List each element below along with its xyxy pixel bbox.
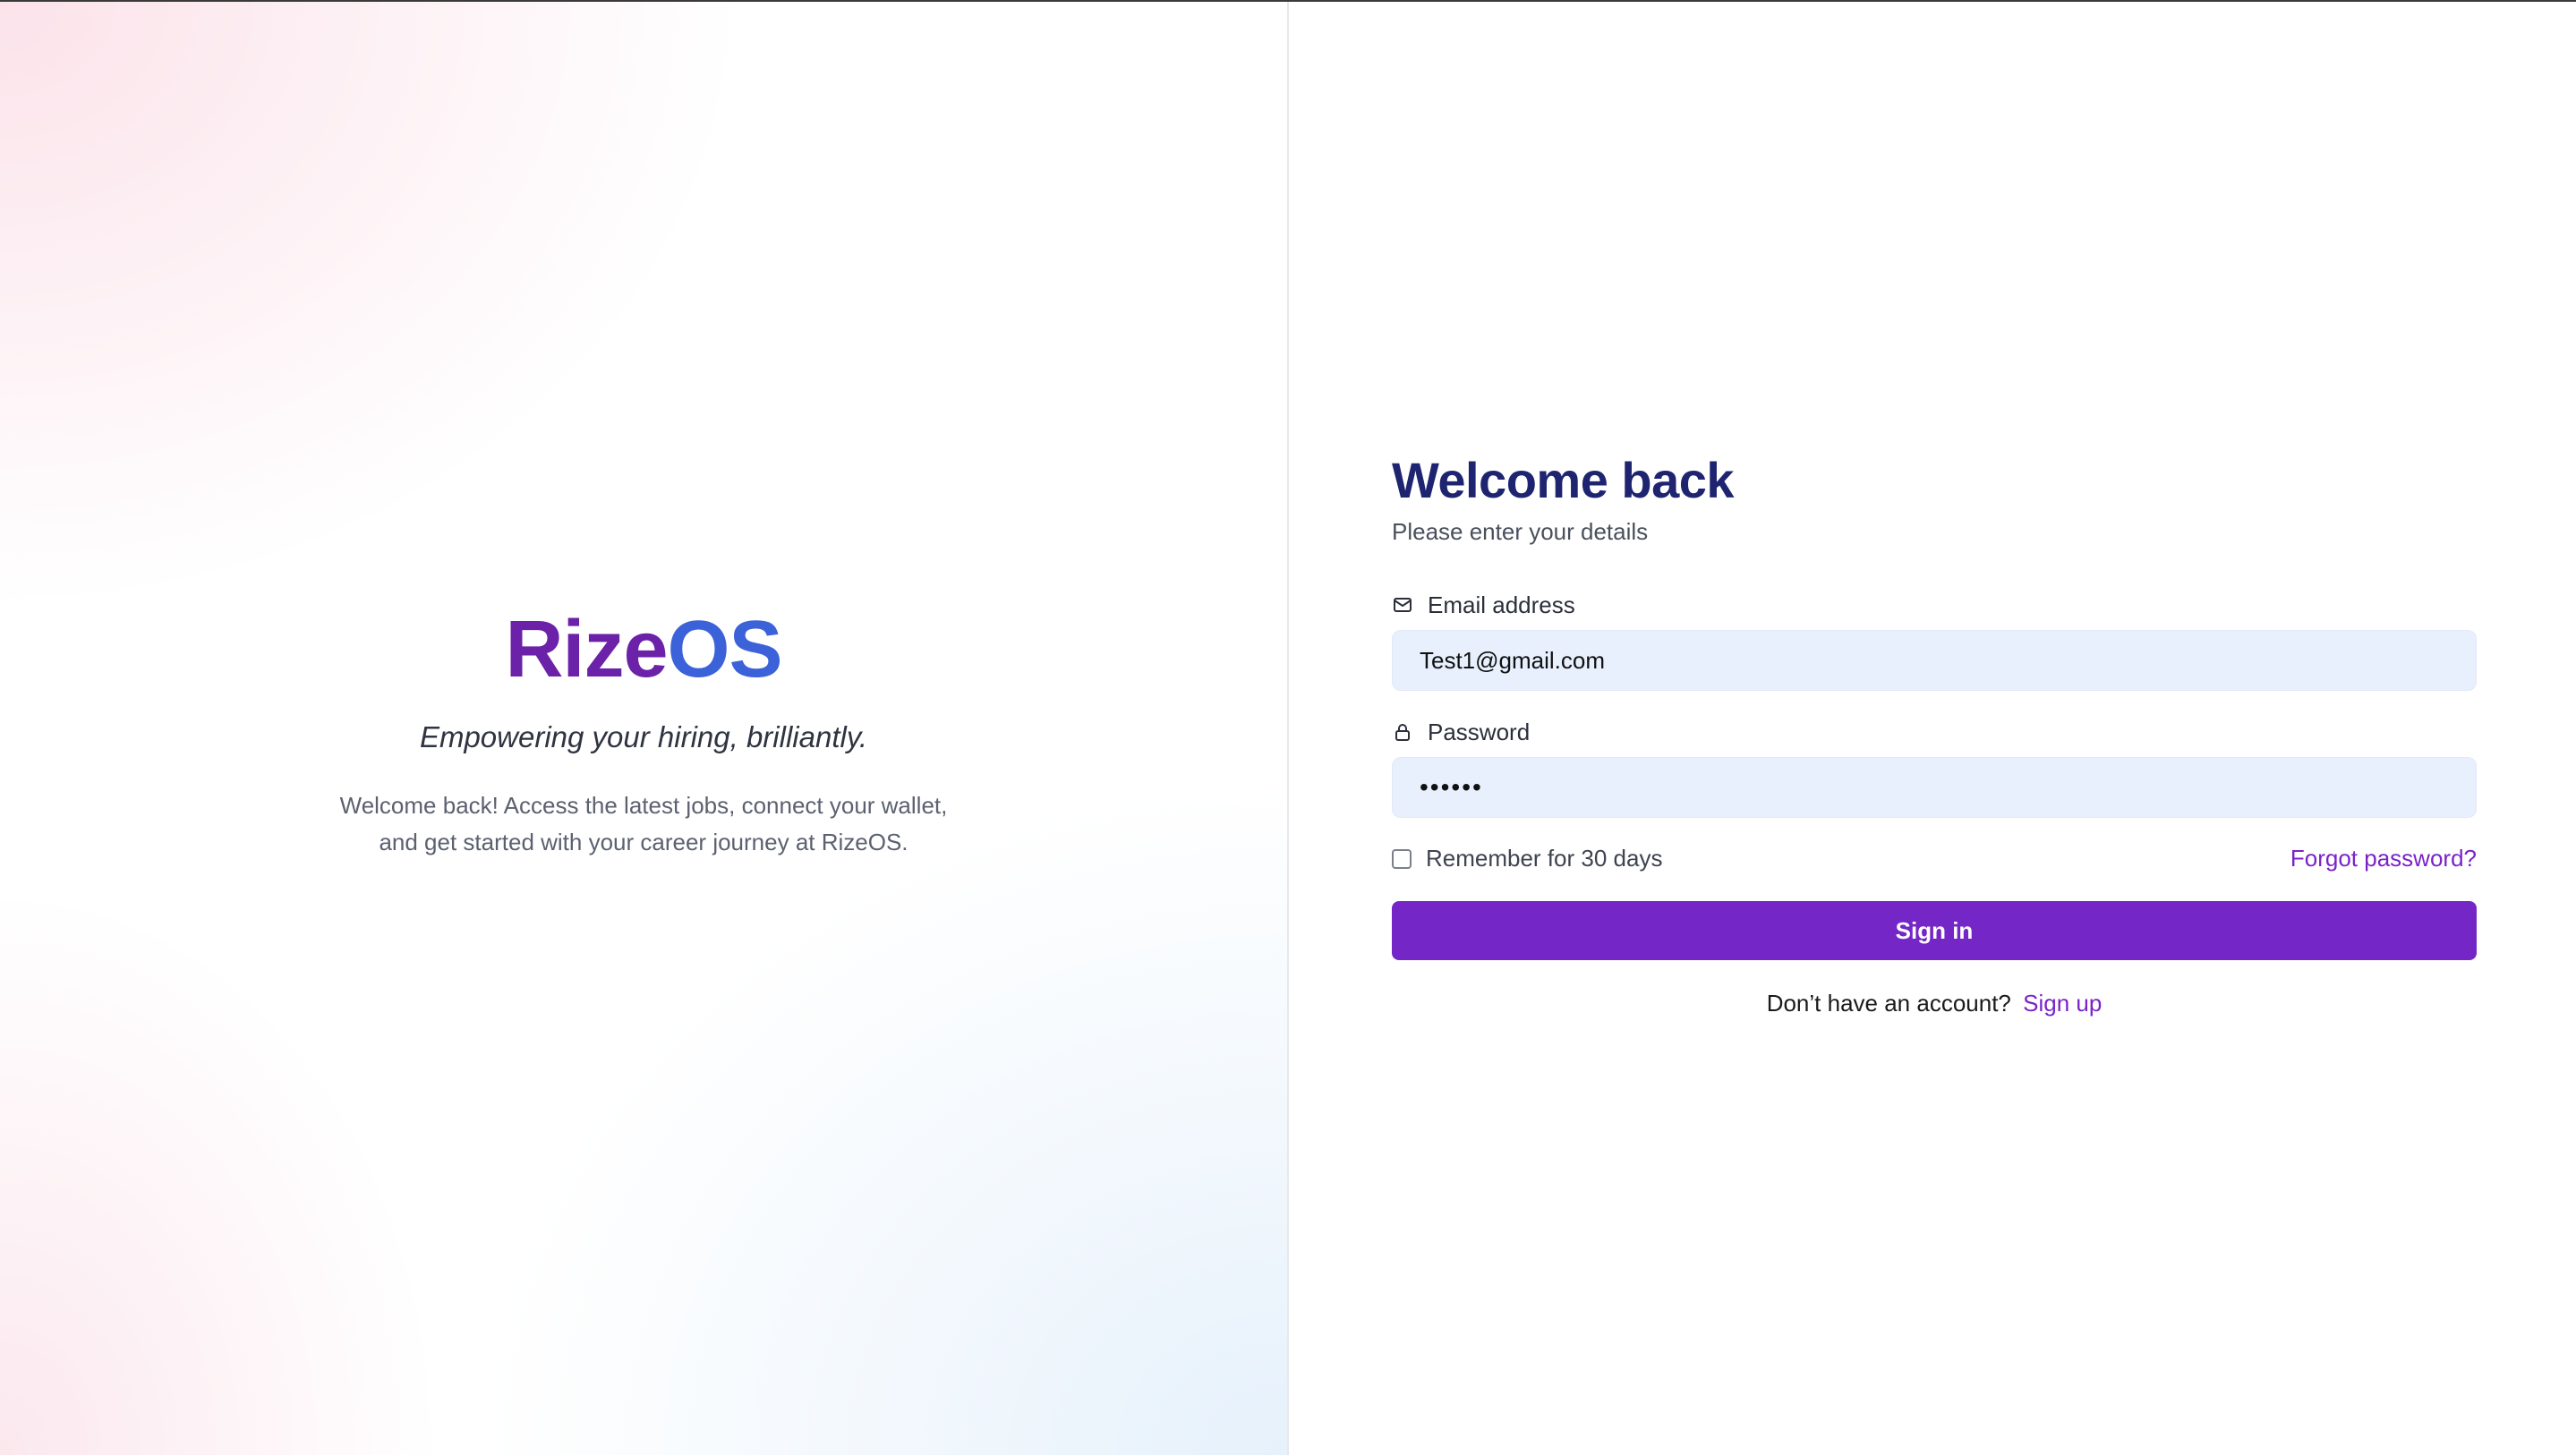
remember-option[interactable]: Remember for 30 days <box>1392 845 1662 872</box>
password-label-text: Password <box>1428 719 1531 745</box>
brand-logo-part2: OS <box>667 605 783 694</box>
form-panel: Welcome back Please enter your details E… <box>1289 2 2576 1455</box>
sign-up-link[interactable]: Sign up <box>2023 990 2102 1017</box>
form-options-row: Remember for 30 days Forgot password? <box>1392 845 2477 872</box>
hero-panel: RizeOS Empowering your hiring, brilliant… <box>0 2 1289 1455</box>
no-account-text: Don’t have an account? <box>1766 990 2011 1017</box>
brand-tagline: Empowering your hiring, brilliantly. <box>419 720 868 753</box>
hero-content: RizeOS Empowering your hiring, brilliant… <box>0 603 1287 861</box>
login-page: RizeOS Empowering your hiring, brilliant… <box>0 0 2576 1455</box>
hero-description-line1: Welcome back! Access the latest jobs, co… <box>339 792 948 819</box>
brand-logo: RizeOS <box>0 603 1287 696</box>
hero-description-line2: and get started with your career journey… <box>379 829 908 855</box>
email-field[interactable] <box>1392 630 2477 691</box>
email-label-text: Email address <box>1428 591 1575 618</box>
email-label: Email address <box>1392 589 2477 621</box>
lock-icon <box>1395 724 1410 741</box>
password-field[interactable] <box>1392 757 2477 818</box>
signup-prompt: Don’t have an account? Sign up <box>1392 987 2477 1019</box>
brand-logo-part1: Rize <box>505 605 668 694</box>
sign-in-button[interactable]: Sign in <box>1392 901 2477 960</box>
mail-icon <box>1394 598 1412 612</box>
page-title: Welcome back <box>1392 452 1735 508</box>
remember-checkbox[interactable] <box>1392 848 1412 869</box>
password-label: Password <box>1392 716 2477 748</box>
forgot-password-link[interactable]: Forgot password? <box>2290 845 2477 872</box>
remember-label: Remember for 30 days <box>1426 845 1663 872</box>
hero-description: Welcome back! Access the latest jobs, co… <box>321 787 966 861</box>
page-subtitle: Please enter your details <box>1392 518 1649 545</box>
login-form: Welcome back Please enter your details E… <box>1392 449 2477 1019</box>
